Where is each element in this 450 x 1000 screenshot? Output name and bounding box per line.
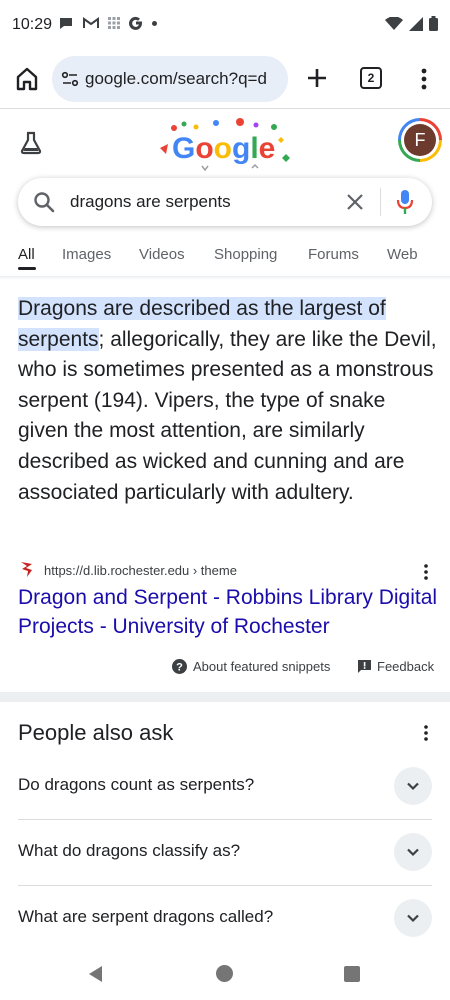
- clear-icon[interactable]: [344, 191, 366, 213]
- notification-dot-icon: [152, 20, 157, 26]
- grid-icon: [108, 17, 120, 29]
- tab-web[interactable]: Web: [387, 246, 418, 263]
- system-nav-bar: [0, 946, 450, 1000]
- chat-bubble-icon: [60, 18, 72, 29]
- paa-expand-button[interactable]: [394, 899, 432, 937]
- recents-icon[interactable]: [344, 966, 360, 982]
- gmail-icon: [83, 17, 99, 28]
- toolbar-divider: [0, 108, 450, 109]
- signal-icon: [409, 16, 423, 31]
- source-url[interactable]: https://d.lib.rochester.edu › theme: [44, 563, 237, 578]
- paa-question-text: What are serpent dragons called?: [18, 907, 274, 926]
- site-settings-icon[interactable]: [61, 70, 79, 88]
- paa-question-text: What do dragons classify as?: [18, 841, 241, 860]
- tab-images[interactable]: Images: [62, 246, 111, 263]
- labs-flask-icon[interactable]: [18, 130, 44, 156]
- more-vert-icon[interactable]: [414, 64, 434, 94]
- svg-text:?: ?: [176, 662, 183, 674]
- tab-shopping[interactable]: Shopping: [214, 246, 277, 263]
- active-tab-indicator: [18, 267, 36, 270]
- paa-expand-button[interactable]: [394, 833, 432, 871]
- home-nav-icon[interactable]: [216, 965, 233, 982]
- paa-expand-button[interactable]: [394, 767, 432, 805]
- wifi-icon: [385, 16, 403, 30]
- paa-question-2[interactable]: What do dragons classify as?: [18, 819, 432, 885]
- snippet-footer: ? About featured snippets Feedback: [0, 656, 450, 678]
- new-tab-icon[interactable]: [302, 63, 332, 93]
- avatar-initial: F: [404, 124, 436, 156]
- google-g-icon: [129, 16, 143, 30]
- paa-question-3[interactable]: What are serpent dragons called?: [18, 885, 432, 951]
- address-bar[interactable]: google.com/search?q=d: [52, 56, 288, 102]
- microphone-icon[interactable]: [396, 189, 414, 215]
- source-title-link[interactable]: Dragon and Serpent - Robbins Library Dig…: [18, 583, 438, 641]
- paa-more-icon[interactable]: [420, 722, 432, 744]
- source-favicon-icon: [21, 562, 32, 577]
- chevron-down-icon: [407, 914, 419, 923]
- home-icon[interactable]: [12, 64, 42, 94]
- tabs-shadow: [0, 276, 450, 280]
- svg-text:Google: Google: [172, 132, 275, 165]
- snippet-body: ; allegorically, they are like the Devil…: [18, 327, 437, 504]
- battery-icon: [429, 16, 438, 31]
- status-time: 10:29: [12, 16, 53, 33]
- tab-switcher-button[interactable]: 2: [360, 67, 382, 89]
- url-text: google.com/search?q=d: [85, 69, 267, 88]
- tab-forums[interactable]: Forums: [308, 246, 359, 263]
- chevron-down-icon: [407, 782, 419, 791]
- source-more-icon[interactable]: [420, 562, 432, 582]
- paa-question-1[interactable]: Do dragons count as serpents?: [18, 753, 432, 819]
- browser-toolbar: google.com/search?q=d 2: [0, 52, 450, 108]
- back-icon[interactable]: [86, 964, 104, 984]
- tab-all[interactable]: All: [18, 246, 35, 263]
- section-divider: [0, 692, 450, 702]
- paa-question-text: Do dragons count as serpents?: [18, 775, 255, 794]
- search-divider: [380, 188, 381, 216]
- about-featured-snippets-link[interactable]: About featured snippets: [193, 659, 330, 674]
- chevron-down-icon: [407, 848, 419, 857]
- search-tabs: All Images Videos Shopping Forums Web: [0, 236, 450, 276]
- feedback-link[interactable]: Feedback: [377, 659, 434, 674]
- tab-videos[interactable]: Videos: [139, 246, 185, 263]
- feedback-icon[interactable]: [357, 659, 372, 674]
- profile-avatar[interactable]: F: [398, 118, 442, 162]
- status-bar: 10:29: [0, 0, 450, 52]
- featured-snippet-text: Dragons are described as the largest of …: [18, 294, 438, 508]
- help-icon[interactable]: ?: [172, 659, 187, 674]
- google-doodle-logo[interactable]: Google: [156, 118, 296, 172]
- search-input[interactable]: dragons are serpents: [70, 192, 231, 212]
- people-also-ask-title: People also ask: [18, 720, 174, 745]
- search-icon: [34, 192, 55, 213]
- search-box[interactable]: dragons are serpents: [18, 178, 432, 226]
